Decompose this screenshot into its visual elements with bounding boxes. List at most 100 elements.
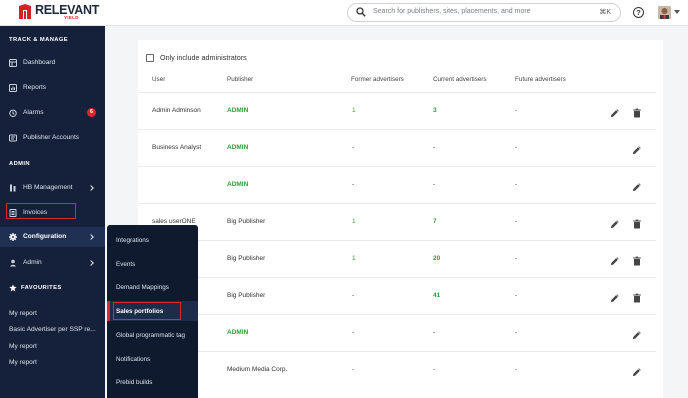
submenu-item-demand-mappings[interactable]: Demand Mappings bbox=[107, 277, 198, 297]
sidebar-item-alarms[interactable]: Alarms 6 bbox=[0, 103, 105, 123]
cell-current-advertisers: - bbox=[433, 329, 436, 336]
favourite-link[interactable]: My report bbox=[9, 343, 37, 350]
submenu-item-prebid-builds[interactable]: Prebid builds bbox=[107, 372, 198, 392]
delete-icon[interactable] bbox=[632, 105, 642, 118]
column-header-user[interactable]: User bbox=[152, 76, 165, 83]
cell-publisher[interactable]: ADMIN bbox=[227, 107, 248, 114]
alarm-count-badge: 6 bbox=[87, 108, 96, 117]
column-header-future[interactable]: Future advertisers bbox=[515, 76, 566, 83]
table-row: Business Analyst ADMIN - - - bbox=[138, 129, 656, 166]
table-row: Big Publisher - 41 - bbox=[138, 277, 656, 314]
sidebar-item-label: HB Management bbox=[23, 184, 73, 191]
chevron-right-icon bbox=[88, 234, 94, 240]
publisher-accounts-icon bbox=[9, 134, 17, 142]
avatar-image bbox=[658, 6, 671, 19]
edit-icon[interactable] bbox=[610, 216, 620, 228]
admin-icon bbox=[9, 259, 17, 267]
admin-filter-label: Only include administrators bbox=[160, 53, 247, 62]
sidebar-item-label: Publisher Accounts bbox=[23, 134, 80, 141]
cell-current-advertisers: 7 bbox=[433, 218, 437, 225]
admin-filter-checkbox[interactable] bbox=[146, 53, 154, 62]
cell-future-advertisers: - bbox=[515, 292, 518, 299]
cell-future-advertisers: - bbox=[515, 329, 518, 336]
cell-former-advertisers: - bbox=[352, 292, 355, 299]
cell-publisher[interactable]: Big Publisher bbox=[227, 218, 265, 225]
sidebar-item-configuration[interactable]: Configuration bbox=[0, 227, 105, 247]
column-header-former[interactable]: Former advertisers bbox=[351, 76, 404, 83]
sidebar-item-dashboard[interactable]: Dashboard bbox=[0, 53, 105, 73]
cell-former-advertisers: - bbox=[352, 181, 355, 188]
cell-future-advertisers: - bbox=[515, 107, 518, 114]
search-shortcut: ⌘K bbox=[599, 9, 611, 16]
hb-management-icon bbox=[10, 184, 16, 192]
cell-current-advertisers: - bbox=[433, 366, 436, 373]
admin-filter[interactable]: Only include administrators bbox=[146, 53, 247, 62]
cell-publisher[interactable]: Medium Media Corp. bbox=[227, 366, 287, 373]
column-header-publisher[interactable]: Publisher bbox=[227, 76, 253, 83]
sidebar-item-admin[interactable]: Admin bbox=[0, 253, 105, 273]
search-input[interactable]: Search for publishers, sites, placements… bbox=[347, 3, 621, 22]
delete-icon[interactable] bbox=[632, 216, 642, 229]
chevron-right-icon bbox=[88, 185, 94, 191]
logo[interactable]: RELEVANT bbox=[18, 4, 99, 20]
cell-publisher[interactable]: ADMIN bbox=[227, 144, 248, 151]
favourite-link[interactable]: Basic Advertiser per SSP re... bbox=[9, 326, 96, 333]
edit-icon[interactable] bbox=[610, 290, 620, 302]
chevron-down-icon[interactable] bbox=[674, 10, 680, 14]
cell-current-advertisers: 3 bbox=[433, 107, 437, 114]
submenu-item-label: Events bbox=[116, 261, 136, 268]
cell-publisher[interactable]: ADMIN bbox=[227, 329, 248, 336]
submenu-item-integrations[interactable]: Integrations bbox=[107, 230, 198, 250]
sidebar-item-label: Admin bbox=[23, 259, 42, 266]
cell-current-advertisers: 20 bbox=[433, 255, 441, 262]
submenu-item-label: Integrations bbox=[116, 237, 149, 244]
cell-former-advertisers: - bbox=[352, 144, 355, 151]
sidebar-item-hb-management[interactable]: HB Management bbox=[0, 178, 105, 198]
favourite-link[interactable]: My report bbox=[9, 310, 37, 317]
cell-former-advertisers: - bbox=[352, 366, 355, 373]
cell-publisher[interactable]: Big Publisher bbox=[227, 255, 265, 262]
sidebar-item-publisher-accounts[interactable]: Publisher Accounts bbox=[0, 128, 105, 148]
search-icon bbox=[356, 7, 366, 17]
cell-former-advertisers: - bbox=[352, 329, 355, 336]
logo-mark-icon bbox=[19, 4, 31, 19]
help-icon[interactable]: ? bbox=[633, 7, 644, 18]
cell-future-advertisers: - bbox=[515, 366, 518, 373]
cell-user: Business Analyst bbox=[152, 144, 202, 151]
gear-icon bbox=[9, 233, 17, 241]
edit-icon[interactable] bbox=[632, 327, 642, 339]
logo-subtext: YIELD bbox=[64, 15, 79, 20]
cell-publisher[interactable]: ADMIN bbox=[227, 181, 248, 188]
delete-icon[interactable] bbox=[632, 290, 642, 303]
edit-icon[interactable] bbox=[610, 253, 620, 265]
section-track-manage: TRACK & MANAGE bbox=[9, 37, 69, 43]
submenu-item-label: Notifications bbox=[116, 356, 151, 363]
column-header-current[interactable]: Current advertisers bbox=[433, 76, 487, 83]
cell-future-advertisers: - bbox=[515, 255, 518, 262]
table-row: ADMIN - - - bbox=[138, 166, 656, 203]
delete-icon[interactable] bbox=[632, 253, 642, 266]
top-bar: RELEVANT YIELD Search for publishers, si… bbox=[0, 0, 688, 26]
submenu-item-global-programmatic-tag[interactable]: Global programmatic tag bbox=[107, 325, 198, 345]
active-indicator bbox=[107, 301, 110, 321]
sales-portfolios-highlight bbox=[113, 302, 181, 320]
favourite-link[interactable]: My report bbox=[9, 359, 37, 366]
edit-icon[interactable] bbox=[632, 364, 642, 376]
sidebar-item-label: Dashboard bbox=[23, 59, 56, 66]
cell-former-advertisers: 1 bbox=[352, 218, 356, 225]
submenu-item-notifications[interactable]: Notifications bbox=[107, 349, 198, 369]
star-icon bbox=[9, 284, 17, 292]
cell-publisher[interactable]: Big Publisher bbox=[227, 292, 265, 299]
table-row: Big Publisher 1 20 - bbox=[138, 240, 656, 277]
edit-icon[interactable] bbox=[632, 142, 642, 154]
submenu-item-label: Demand Mappings bbox=[116, 284, 169, 291]
configuration-highlight bbox=[6, 203, 76, 219]
edit-icon[interactable] bbox=[610, 105, 620, 117]
search-placeholder: Search for publishers, sites, placements… bbox=[373, 8, 531, 15]
sidebar-item-reports[interactable]: Reports bbox=[0, 78, 105, 98]
submenu-item-events[interactable]: Events bbox=[107, 254, 198, 274]
edit-icon[interactable] bbox=[632, 179, 642, 191]
avatar[interactable] bbox=[658, 6, 671, 19]
sidebar-item-label: Alarms bbox=[23, 109, 44, 116]
table-row: sales userONE Big Publisher 1 7 - bbox=[138, 203, 656, 240]
